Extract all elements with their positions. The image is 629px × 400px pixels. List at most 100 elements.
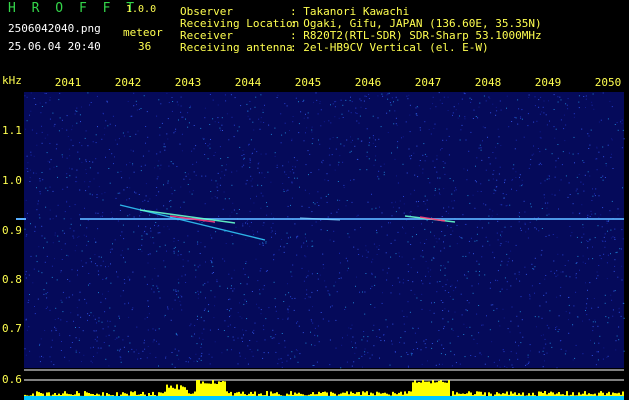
noise-pixel: [256, 151, 258, 153]
noise-pixel: [96, 352, 98, 354]
noise-pixel: [309, 296, 311, 298]
noise-pixel: [310, 331, 311, 333]
noise-pixel: [375, 155, 377, 157]
noise-pixel: [297, 350, 299, 352]
noise-pixel: [292, 165, 294, 167]
noise-pixel: [377, 95, 379, 97]
noise-pixel: [197, 297, 199, 299]
noise-pixel: [311, 320, 313, 322]
noise-pixel: [246, 221, 248, 223]
noise-pixel: [305, 342, 307, 344]
noise-pixel: [176, 101, 178, 103]
noise-pixel: [461, 314, 463, 316]
noise-pixel: [545, 301, 547, 303]
noise-pixel: [224, 198, 226, 200]
noise-pixel: [556, 367, 558, 369]
noise-pixel: [140, 108, 142, 109]
noise-pixel: [81, 161, 83, 163]
noise-pixel: [447, 261, 449, 263]
noise-pixel: [221, 117, 223, 119]
noise-pixel: [60, 350, 62, 351]
noise-pixel: [352, 336, 354, 338]
noise-pixel: [70, 347, 72, 348]
noise-pixel: [376, 232, 378, 234]
noise-pixel: [510, 226, 512, 228]
noise-pixel: [252, 121, 254, 123]
noise-pixel: [188, 357, 190, 359]
noise-pixel: [337, 164, 339, 166]
noise-pixel: [62, 156, 63, 158]
noise-pixel: [205, 297, 206, 299]
noise-pixel: [439, 281, 441, 282]
noise-pixel: [244, 299, 246, 301]
noise-pixel: [60, 271, 62, 273]
noise-pixel: [350, 136, 351, 138]
noise-pixel: [211, 179, 213, 181]
noise-pixel: [416, 348, 418, 350]
noise-pixel: [69, 205, 71, 207]
noise-pixel: [331, 305, 333, 307]
noise-pixel: [46, 152, 48, 154]
noise-pixel: [67, 255, 69, 257]
noise-pixel: [231, 184, 233, 186]
noise-pixel: [156, 250, 158, 252]
noise-pixel: [489, 163, 491, 165]
noise-pixel: [77, 236, 79, 238]
noise-pixel: [102, 278, 104, 280]
noise-pixel: [559, 96, 561, 98]
noise-pixel: [442, 139, 444, 141]
noise-pixel: [249, 101, 251, 102]
noise-pixel: [489, 287, 491, 289]
noise-pixel: [70, 223, 72, 225]
noise-pixel: [444, 173, 446, 175]
noise-pixel: [340, 367, 342, 369]
noise-pixel: [88, 186, 90, 188]
noise-pixel: [335, 347, 337, 349]
noise-pixel: [177, 278, 179, 280]
noise-pixel: [546, 214, 548, 216]
noise-pixel: [81, 250, 83, 252]
noise-pixel: [604, 233, 606, 235]
noise-pixel: [363, 336, 365, 338]
noise-pixel: [445, 210, 447, 212]
noise-pixel: [531, 154, 533, 156]
noise-pixel: [294, 166, 296, 168]
noise-pixel: [330, 122, 332, 124]
noise-pixel: [281, 134, 283, 136]
noise-pixel: [208, 304, 210, 306]
noise-pixel: [505, 241, 507, 242]
noise-pixel: [433, 128, 435, 129]
noise-pixel: [411, 236, 413, 238]
noise-pixel: [372, 135, 374, 137]
noise-pixel: [598, 121, 600, 123]
noise-pixel: [322, 159, 324, 161]
noise-pixel: [395, 96, 397, 98]
noise-pixel: [62, 291, 64, 293]
noise-pixel: [185, 118, 186, 120]
noise-pixel: [277, 318, 279, 320]
noise-pixel: [568, 304, 570, 306]
noise-pixel: [520, 116, 522, 118]
noise-pixel: [30, 223, 31, 225]
noise-pixel: [25, 277, 27, 279]
noise-pixel: [90, 261, 92, 263]
noise-pixel: [49, 161, 51, 163]
noise-pixel: [567, 196, 569, 198]
noise-pixel: [45, 102, 47, 104]
noise-pixel: [120, 295, 122, 297]
noise-pixel: [358, 254, 360, 255]
noise-pixel: [144, 199, 146, 201]
noise-pixel: [88, 315, 90, 316]
noise-pixel: [170, 319, 172, 321]
noise-pixel: [425, 339, 427, 341]
noise-pixel: [596, 271, 598, 273]
noise-pixel: [421, 363, 423, 365]
noise-pixel: [154, 167, 156, 169]
noise-pixel: [540, 335, 542, 337]
noise-pixel: [262, 111, 264, 113]
noise-pixel: [531, 285, 533, 287]
noise-pixel: [244, 274, 246, 276]
noise-pixel: [509, 204, 511, 206]
noise-pixel: [27, 171, 29, 172]
noise-pixel: [399, 281, 401, 283]
